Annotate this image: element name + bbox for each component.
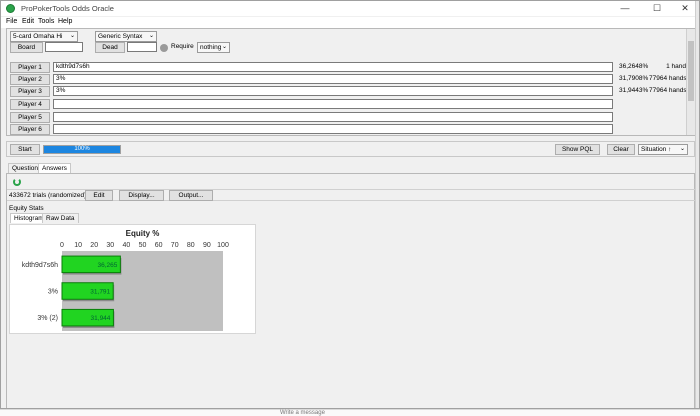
display-button[interactable]: Display... [119,190,164,201]
message-placeholder: Write a message [280,410,325,416]
player-3-count: 77964 hands [649,87,687,94]
game-select-value: 5-card Omaha Hi [13,33,63,40]
bar-value-label: 31,944 [91,315,111,322]
player-3-button[interactable]: Player 3 [10,86,50,97]
bar-value-label: 36,265 [97,262,117,269]
x-tick-label: 90 [203,242,211,249]
scrollbar-thumb[interactable] [688,41,694,101]
category-label: 3% (2) [37,315,58,322]
chevron-down-icon: ⌄ [148,33,154,39]
close-icon[interactable]: ✕ [673,3,697,15]
show-pql-button[interactable]: Show PQL [555,144,600,155]
require-select[interactable]: nothing ⌄ [197,42,230,53]
x-tick-label: 50 [139,242,147,249]
syntax-select[interactable]: Generic Syntax ⌄ [95,31,157,42]
player-row: Player 4 [7,99,687,111]
refresh-icon[interactable] [13,178,21,186]
clear-button[interactable]: Clear [607,144,635,155]
category-label: 3% [48,289,58,296]
answers-panel: 433672 trials (randomized) Edit Display.… [6,173,695,408]
edit-button[interactable]: Edit [85,190,113,201]
menu-tools[interactable]: Tools [38,18,54,25]
player-row: Player 3 3% 31,9443% 77964 hands [7,86,687,98]
x-tick-label: 20 [90,242,98,249]
output-button[interactable]: Output... [169,190,213,201]
x-tick-label: 80 [187,242,195,249]
board-button[interactable]: Board [10,42,43,53]
tab-raw-data[interactable]: Raw Data [42,213,79,223]
player-4-hand-input[interactable] [53,99,613,109]
start-button[interactable]: Start [10,144,40,155]
player-5-hand-input[interactable] [53,112,613,122]
setup-panel: 5-card Omaha Hi ⌄ Generic Syntax ⌄ Board… [6,28,695,136]
equity-stats-label: Equity Stats [9,205,44,212]
window-title: ProPokerTools Odds Oracle [21,4,114,13]
player-3-hand-input[interactable]: 3% [53,86,613,96]
dead-input[interactable] [127,42,157,52]
trials-count: 433672 trials (randomized) [9,192,87,199]
player-4-button[interactable]: Player 4 [10,99,50,110]
players-list: Player 1 kdth9d7s6h 36,2648% 1 hand Play… [7,62,687,137]
x-tick-label: 70 [171,242,179,249]
progress-bar: 100% [43,145,121,154]
player-6-hand-input[interactable] [53,124,613,134]
bar-value-label: 31,791 [90,289,110,296]
action-bar: Start 100% Show PQL Clear Situation ↑ ⌄ [6,141,695,157]
player-2-equity: 31,7908% [619,75,649,82]
title-bar: ProPokerTools Odds Oracle — ☐ ✕ [1,1,699,16]
player-1-button[interactable]: Player 1 [10,62,50,73]
player-6-button[interactable]: Player 6 [10,124,50,135]
syntax-select-value: Generic Syntax [98,33,143,40]
player-2-count: 77964 hands [649,75,687,82]
player-3-equity: 31,9443% [619,87,649,94]
player-row: Player 5 [7,112,687,124]
player-5-button[interactable]: Player 5 [10,112,50,123]
chevron-down-icon: ⌄ [679,146,685,152]
players-scrollbar[interactable] [686,29,695,135]
situation-select-value: Situation ↑ [641,146,672,153]
chevron-down-icon: ⌄ [69,33,75,39]
x-tick-label: 60 [155,242,163,249]
game-select[interactable]: 5-card Omaha Hi ⌄ [10,31,78,42]
board-input[interactable] [45,42,83,52]
player-1-count: 1 hand [666,63,686,70]
x-tick-label: 40 [123,242,131,249]
tab-answers[interactable]: Answers [38,163,71,173]
menu-edit[interactable]: Edit [22,18,34,25]
window-scrollbar[interactable] [695,1,699,408]
require-label: Require [171,43,194,50]
background-window: Write a message [0,409,700,416]
player-row: Player 1 kdth9d7s6h 36,2648% 1 hand [7,62,687,74]
equity-chart: Equity % 0 10 20 30 40 50 60 70 80 90 100 kdth9d7s6h… [9,224,256,334]
dead-button[interactable]: Dead [95,42,125,53]
maximize-icon[interactable]: ☐ [645,3,669,15]
player-2-button[interactable]: Player 2 [10,74,50,85]
progress-text: 100% [74,146,90,152]
player-row: Player 2 3% 31,7908% 77964 hands [7,74,687,86]
situation-select[interactable]: Situation ↑ ⌄ [638,144,688,155]
x-tick-label: 0 [60,242,64,249]
menu-bar: File Edit Tools Help [1,17,699,28]
app-logo-icon [6,4,15,13]
player-2-hand-input[interactable]: 3% [53,74,613,84]
x-tick-label: 10 [74,242,82,249]
status-indicator-icon [160,44,168,52]
x-tick-label: 100 [217,242,229,249]
require-select-value: nothing [200,44,222,51]
equity-histogram: Equity % 0 10 20 30 40 50 60 70 80 90 100 kdth9d7s6h… [22,229,229,331]
chevron-down-icon: ⌄ [221,44,227,50]
category-label: kdth9d7s6h [22,262,58,269]
player-1-equity: 36,2648% [619,63,649,70]
minimize-icon[interactable]: — [613,3,637,15]
menu-help[interactable]: Help [58,18,72,25]
x-tick-label: 30 [106,242,114,249]
menu-file[interactable]: File [6,18,17,25]
results-toolbar: 433672 trials (randomized) Edit Display.… [7,189,695,201]
player-row: Player 6 [7,124,687,136]
app-window: ProPokerTools Odds Oracle — ☐ ✕ File Edi… [0,0,700,409]
chart-title: Equity % [126,229,160,238]
player-1-hand-input[interactable]: kdth9d7s6h [53,62,613,72]
